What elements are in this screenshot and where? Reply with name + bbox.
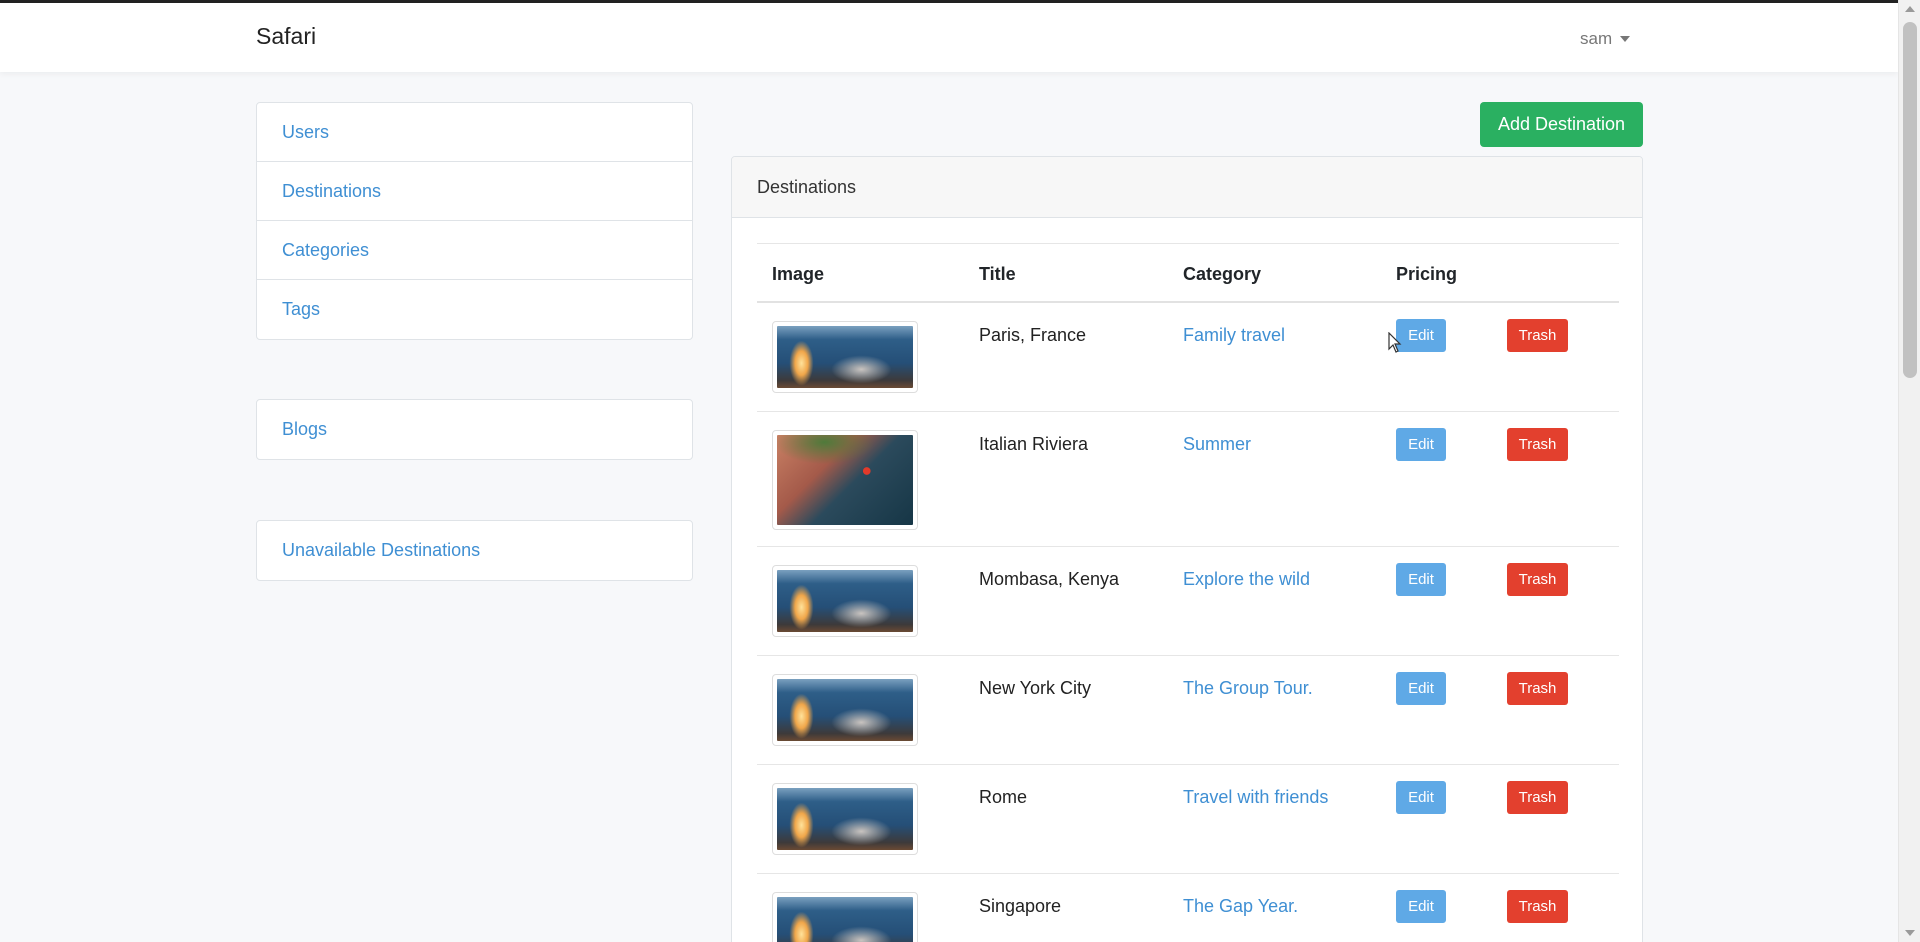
destination-title: Mombasa, Kenya: [979, 569, 1120, 589]
edit-button[interactable]: Edit: [1396, 428, 1446, 461]
destination-category-link[interactable]: Travel with friends: [1183, 787, 1328, 808]
trash-button[interactable]: Trash: [1507, 890, 1568, 923]
destination-thumbnail: [772, 321, 918, 393]
table-row: Paris, France Family travel Edit Trash: [757, 303, 1619, 412]
destination-category-link[interactable]: Summer: [1183, 434, 1251, 455]
destination-thumbnail: [772, 783, 918, 855]
blog-nav-group: Blogs: [256, 399, 693, 460]
sidebar-item-users[interactable]: Users: [257, 103, 692, 162]
destination-thumbnail: [772, 565, 918, 637]
destinations-panel: Destinations Image Title Category Pricin…: [731, 156, 1643, 942]
destination-title: Paris, France: [979, 325, 1087, 345]
column-header-image: Image: [772, 264, 825, 284]
admin-nav-group: Users Destinations Categories Tags: [256, 102, 693, 340]
destination-title: Singapore: [979, 896, 1062, 916]
top-navbar: Safari sam: [0, 3, 1898, 72]
scroll-up-arrow-icon[interactable]: [1905, 6, 1915, 12]
sidebar-item-tags[interactable]: Tags: [257, 280, 692, 339]
destination-category-link[interactable]: Explore the wild: [1183, 569, 1310, 590]
lantern-photo-image: [777, 679, 913, 741]
trash-button[interactable]: Trash: [1507, 563, 1568, 596]
destination-title: Italian Riviera: [979, 434, 1089, 454]
lantern-photo-image: [777, 897, 913, 942]
caret-down-icon: [1620, 36, 1631, 42]
mouse-pointer-icon: [1388, 332, 1402, 353]
destination-thumbnail: [772, 674, 918, 746]
panel-title: Destinations: [732, 157, 1642, 218]
sidebar-item-blogs[interactable]: Blogs: [257, 400, 692, 459]
aerial-beach-photo-image: [777, 435, 913, 525]
table-row: Singapore The Gap Year. Edit Trash: [757, 874, 1619, 942]
lantern-photo-image: [777, 326, 913, 388]
lantern-photo-image: [777, 788, 913, 850]
column-header-category: Category: [1183, 264, 1262, 284]
destination-category-link[interactable]: The Gap Year.: [1183, 896, 1298, 917]
table-header: Image Title Category Pricing: [757, 243, 1619, 303]
table-row: Italian Riviera Summer Edit Trash: [757, 412, 1619, 547]
brand-logo[interactable]: Safari: [256, 23, 316, 50]
column-header-title: Title: [979, 264, 1016, 284]
edit-button[interactable]: Edit: [1396, 781, 1446, 814]
edit-button[interactable]: Edit: [1396, 319, 1446, 352]
edit-button[interactable]: Edit: [1396, 563, 1446, 596]
table-row: New York City The Group Tour. Edit Trash: [757, 656, 1619, 765]
destination-category-link[interactable]: Family travel: [1183, 325, 1285, 346]
destination-title: Rome: [979, 787, 1028, 807]
table-row: Rome Travel with friends Edit Trash: [757, 765, 1619, 874]
destination-title: New York City: [979, 678, 1092, 698]
user-name: sam: [1580, 29, 1613, 48]
scrollbar-thumb[interactable]: [1903, 22, 1917, 378]
page-scrollbar[interactable]: [1898, 0, 1920, 942]
column-header-pricing: Pricing: [1396, 264, 1458, 284]
scroll-down-arrow-icon[interactable]: [1905, 930, 1915, 936]
user-menu-dropdown[interactable]: sam: [1580, 29, 1631, 49]
sidebar-item-unavailable-destinations[interactable]: Unavailable Destinations: [257, 521, 692, 580]
edit-button[interactable]: Edit: [1396, 890, 1446, 923]
destination-category-link[interactable]: The Group Tour.: [1183, 678, 1313, 699]
destinations-table: Image Title Category Pricing Paris, Fran…: [757, 243, 1619, 942]
unavailable-nav-group: Unavailable Destinations: [256, 520, 693, 581]
destination-thumbnail: [772, 430, 918, 530]
add-destination-button[interactable]: Add Destination: [1480, 102, 1643, 147]
trash-button[interactable]: Trash: [1507, 781, 1568, 814]
table-row: Mombasa, Kenya Explore the wild Edit Tra…: [757, 547, 1619, 656]
lantern-photo-image: [777, 570, 913, 632]
trash-button[interactable]: Trash: [1507, 428, 1568, 461]
sidebar-item-destinations[interactable]: Destinations: [257, 162, 692, 221]
destination-thumbnail: [772, 892, 918, 942]
sidebar-item-categories[interactable]: Categories: [257, 221, 692, 280]
trash-button[interactable]: Trash: [1507, 672, 1568, 705]
edit-button[interactable]: Edit: [1396, 672, 1446, 705]
trash-button[interactable]: Trash: [1507, 319, 1568, 352]
